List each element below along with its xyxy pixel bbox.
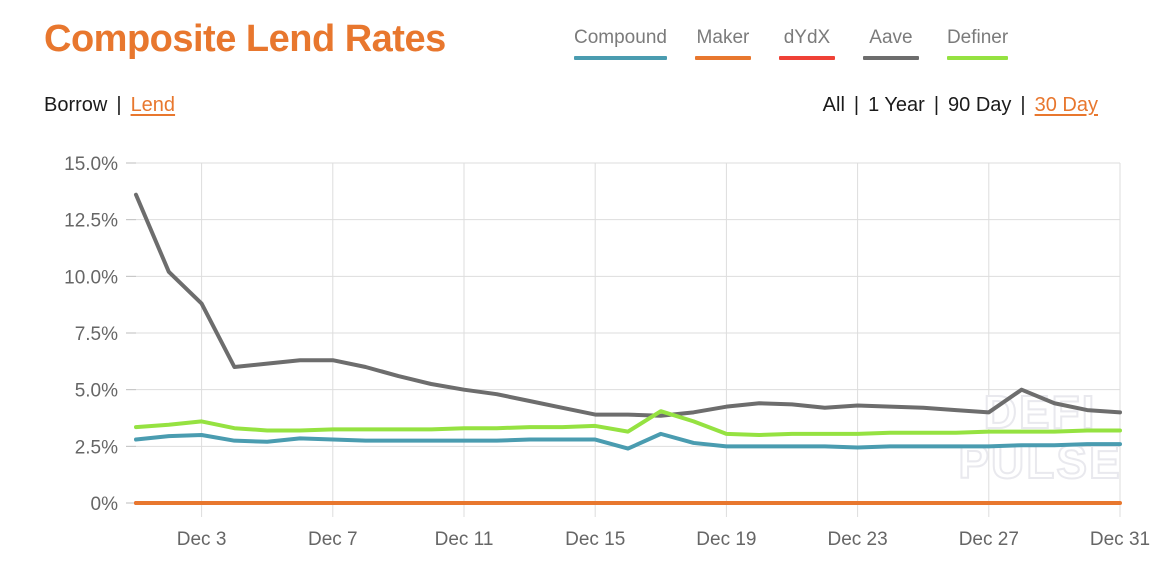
y-axis-tick-label: 15.0%: [64, 154, 118, 175]
legend-item-definer[interactable]: Definer: [933, 26, 1022, 60]
mode-filter-group: Borrow | Lend: [44, 94, 175, 117]
filter-separator: |: [933, 94, 940, 116]
x-axis-tick-label: Dec 19: [696, 529, 756, 550]
legend-swatch-maker: [694, 56, 751, 60]
range-option-1-year[interactable]: 1 Year: [868, 94, 925, 117]
legend-swatch-dydx: [778, 56, 835, 60]
x-axis-tick-label: Dec 15: [565, 529, 625, 550]
x-axis-tick-label: Dec 23: [827, 529, 887, 550]
page-title: Composite Lend Rates: [44, 18, 446, 60]
legend-item-compound[interactable]: Compound: [560, 26, 681, 60]
x-axis-tick-label: Dec 27: [959, 529, 1019, 550]
legend-label: dYdX: [783, 27, 831, 48]
legend-swatch-definer: [946, 56, 1009, 60]
defi-pulse-watermark: DEFIPULSE: [957, 385, 1120, 489]
filter-separator: |: [116, 94, 122, 116]
legend-swatch-compound: [574, 56, 667, 60]
series-line-aave: [134, 192, 1122, 418]
mode-option-lend[interactable]: Lend: [131, 94, 176, 117]
y-axis-tick-label: 0%: [91, 494, 119, 515]
y-axis-tick-label: 5.0%: [75, 381, 118, 402]
legend-item-maker[interactable]: Maker: [681, 26, 765, 60]
legend-label: Aave: [869, 27, 913, 48]
line-chart: 0%2.5%5.0%7.5%10.0%12.5%15.0%Dec 3 Dec 7D…: [64, 154, 1150, 550]
x-axis-tick-label: Dec 31: [1090, 529, 1150, 550]
x-axis-tick-label: Dec 7: [308, 529, 358, 550]
chart-legend: Compound Maker dYdX Aave Definer: [560, 26, 1022, 60]
y-axis-tick-label: 2.5%: [75, 437, 118, 458]
y-axis-tick-label: 12.5%: [64, 211, 118, 232]
x-axis-tick-label: Dec 3: [177, 529, 227, 550]
legend-swatch-aave: [862, 56, 919, 60]
legend-label: Definer: [946, 27, 1009, 48]
filter-separator: |: [1020, 94, 1026, 116]
y-axis-tick-label: 7.5%: [75, 324, 118, 345]
filter-separator: |: [853, 94, 860, 116]
legend-label: Maker: [696, 27, 750, 48]
legend-label: Compound: [574, 27, 667, 48]
legend-item-aave[interactable]: Aave: [849, 26, 933, 60]
range-filter-group: All | 1 Year | 90 Day | 30 Day: [823, 94, 1098, 117]
y-axis-tick-label: 10.0%: [64, 267, 118, 288]
chart-area: 0% 2.5% 5.0% 7.5% 10.0% 12.5% 15.0% Dec 3 Dec 7D…: [0, 140, 1160, 560]
x-axis: Dec 3 Dec 7 Dec 11 Dec 15 Dec 19 Dec 23 Dec 27…: [177, 529, 1150, 550]
x-axis-tick-label: Dec 11: [435, 529, 494, 550]
chart-page: Composite Lend Rates Compound Maker dYdX Aa…: [0, 0, 1160, 570]
range-option-90-day[interactable]: 90 Day: [948, 94, 1011, 117]
mode-option-borrow[interactable]: Borrow: [44, 94, 107, 117]
range-option-30-day[interactable]: 30 Day: [1035, 94, 1098, 117]
legend-item-dydx[interactable]: dYdX: [765, 26, 849, 60]
range-option-all[interactable]: All: [823, 94, 845, 117]
chart-header: Composite Lend Rates Compound Maker dYdX Aa…: [0, 0, 1160, 84]
